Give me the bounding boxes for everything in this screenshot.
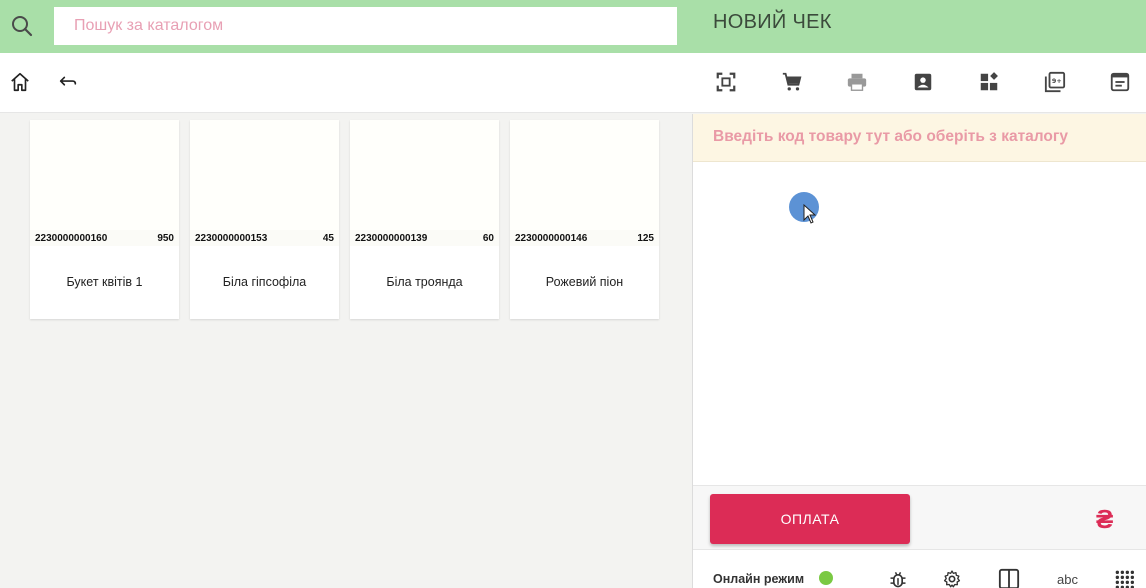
library-plus-icon[interactable]: 9+ <box>1042 69 1068 95</box>
online-status-indicator <box>819 571 833 585</box>
product-meta: 2230000000160 950 <box>30 230 179 246</box>
cart-icon[interactable] <box>779 69 805 95</box>
product-barcode: 2230000000153 <box>195 232 268 244</box>
svg-text:9+: 9+ <box>1052 77 1062 85</box>
product-image <box>350 120 499 230</box>
catalog-search-input[interactable] <box>54 7 677 45</box>
contact-card-icon[interactable] <box>910 69 936 95</box>
product-price: 125 <box>637 232 654 244</box>
keyboard-abc-toggle[interactable]: abc <box>1057 572 1078 587</box>
product-image <box>190 120 339 230</box>
product-name: Біла гіпсофіла <box>222 275 307 289</box>
product-card[interactable]: 2230000000146 125 Рожевий піон <box>510 120 659 319</box>
product-price: 950 <box>157 232 174 244</box>
print-icon[interactable] <box>844 69 870 95</box>
mouse-cursor-icon <box>803 204 817 224</box>
product-meta: 2230000000146 125 <box>510 230 659 246</box>
receipt-title: НОВИЙ ЧЕК <box>713 11 832 33</box>
payment-row: ОПЛАТА ₴ <box>693 485 1146 550</box>
split-view-icon[interactable] <box>998 568 1020 588</box>
currency-icon[interactable]: ₴ <box>1096 504 1113 535</box>
product-barcode: 2230000000146 <box>515 232 588 244</box>
pay-button[interactable]: ОПЛАТА <box>710 494 910 544</box>
bug-icon[interactable] <box>887 569 909 588</box>
catalog-grid: 2230000000160 950 Букет квітів 1 2230000… <box>0 114 692 588</box>
settings-gear-icon[interactable] <box>941 569 963 588</box>
product-name: Букет квітів 1 <box>66 275 143 289</box>
receipt-pane: Введіть код товару тут або оберіть з кат… <box>692 114 1146 588</box>
keypad-icon[interactable] <box>1113 569 1135 588</box>
product-meta: 2230000000139 60 <box>350 230 499 246</box>
product-barcode: 2230000000139 <box>355 232 428 244</box>
product-price: 45 <box>322 232 334 244</box>
product-card[interactable]: 2230000000139 60 Біла троянда <box>350 120 499 319</box>
status-bar: Онлайн режим abc <box>693 551 1146 588</box>
widgets-icon[interactable] <box>976 69 1002 95</box>
product-image <box>30 120 179 230</box>
back-arrow-icon[interactable] <box>55 69 81 95</box>
product-image <box>510 120 659 230</box>
toolbar: 9+ <box>0 53 1146 113</box>
receipt-view-icon[interactable] <box>1107 69 1133 95</box>
top-bar: НОВИЙ ЧЕК <box>0 0 1146 53</box>
product-card[interactable]: 2230000000153 45 Біла гіпсофіла <box>190 120 339 319</box>
receipt-items-area <box>693 162 1146 485</box>
product-meta: 2230000000153 45 <box>190 230 339 246</box>
online-mode-label: Онлайн режим <box>713 572 805 586</box>
product-price: 60 <box>482 232 494 244</box>
scan-icon[interactable] <box>713 69 739 95</box>
product-card[interactable]: 2230000000160 950 Букет квітів 1 <box>30 120 179 319</box>
product-barcode: 2230000000160 <box>35 232 108 244</box>
product-name: Біла троянда <box>386 275 463 289</box>
product-name: Рожевий піон <box>545 275 624 289</box>
search-icon[interactable] <box>8 12 36 40</box>
home-icon[interactable] <box>7 69 33 95</box>
product-code-hint[interactable]: Введіть код товару тут або оберіть з кат… <box>693 114 1146 162</box>
